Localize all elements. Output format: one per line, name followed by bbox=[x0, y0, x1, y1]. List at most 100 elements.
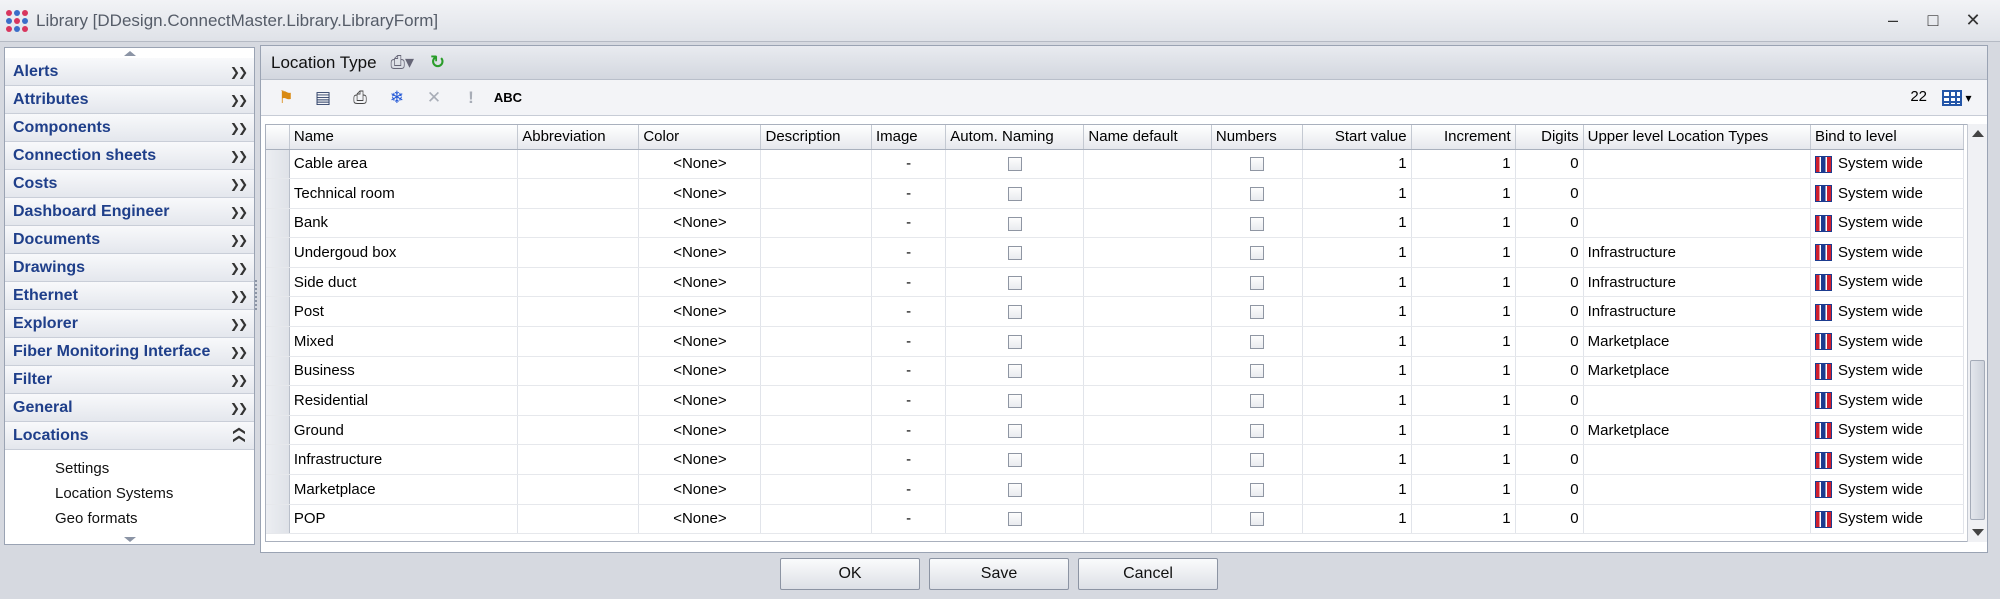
cell-name[interactable]: Infrastructure bbox=[289, 444, 519, 476]
sidebar-item-geo-formats[interactable]: Geo formats bbox=[5, 506, 254, 531]
row-indicator[interactable] bbox=[266, 208, 290, 239]
cell-start-value[interactable]: 1 bbox=[1302, 444, 1412, 476]
cell-autom-naming[interactable] bbox=[945, 326, 1085, 357]
cell-digits[interactable]: 0 bbox=[1515, 326, 1584, 357]
sidebar-group-costs[interactable]: Costs ❯❯ bbox=[5, 170, 254, 198]
autom-naming-checkbox[interactable] bbox=[1007, 364, 1022, 379]
cell-name[interactable]: Side duct bbox=[289, 267, 519, 298]
numbers-checkbox[interactable] bbox=[1250, 423, 1265, 438]
cell-bind-to-level[interactable]: System wide bbox=[1810, 474, 1965, 505]
cell-numbers[interactable] bbox=[1211, 149, 1304, 180]
scroll-down-grip[interactable] bbox=[5, 534, 254, 544]
cell-color[interactable]: <None> bbox=[638, 326, 762, 357]
cell-bind-to-level[interactable]: System wide bbox=[1810, 178, 1965, 209]
cell-abbreviation[interactable] bbox=[517, 237, 640, 268]
numbers-checkbox[interactable] bbox=[1250, 305, 1265, 320]
sidebar-item-settings[interactable]: Settings bbox=[5, 456, 254, 481]
cell-increment[interactable]: 1 bbox=[1411, 149, 1516, 180]
cell-digits[interactable]: 0 bbox=[1515, 149, 1584, 180]
cell-numbers[interactable] bbox=[1211, 415, 1304, 446]
sidebar-group-fiber-monitoring-interface[interactable]: Fiber Monitoring Interface ❯❯ bbox=[5, 338, 254, 366]
cell-autom-naming[interactable] bbox=[945, 474, 1085, 505]
cell-description[interactable] bbox=[760, 356, 872, 387]
cell-image[interactable]: - bbox=[871, 149, 947, 180]
cell-description[interactable] bbox=[760, 326, 872, 357]
cell-abbreviation[interactable] bbox=[517, 504, 640, 535]
cell-autom-naming[interactable] bbox=[945, 385, 1085, 416]
cell-description[interactable] bbox=[760, 208, 872, 239]
cell-name[interactable]: Residential bbox=[289, 385, 519, 416]
row-indicator[interactable] bbox=[266, 149, 290, 180]
cell-image[interactable]: - bbox=[871, 504, 947, 535]
row-indicator[interactable] bbox=[266, 326, 290, 357]
cell-numbers[interactable] bbox=[1211, 356, 1304, 387]
cell-description[interactable] bbox=[760, 504, 872, 535]
cell-name-default[interactable] bbox=[1083, 356, 1212, 387]
cell-name-default[interactable] bbox=[1083, 474, 1212, 505]
cell-upper-level[interactable]: Infrastructure bbox=[1583, 296, 1811, 328]
autom-naming-checkbox[interactable] bbox=[1007, 216, 1022, 231]
cell-digits[interactable]: 0 bbox=[1515, 267, 1584, 298]
table-row[interactable]: Technical room <None> -1 1 0 System wide bbox=[266, 178, 1965, 209]
cell-start-value[interactable]: 1 bbox=[1302, 296, 1412, 328]
cell-upper-level[interactable] bbox=[1583, 208, 1811, 239]
numbers-checkbox[interactable] bbox=[1250, 157, 1265, 172]
cell-abbreviation[interactable] bbox=[517, 356, 640, 387]
cell-abbreviation[interactable] bbox=[517, 444, 640, 476]
autom-naming-checkbox[interactable] bbox=[1007, 157, 1022, 172]
print-dropdown-icon[interactable]: ⎙▾ bbox=[391, 52, 414, 73]
cell-numbers[interactable] bbox=[1211, 444, 1304, 476]
numbers-checkbox[interactable] bbox=[1250, 275, 1265, 290]
table-row[interactable]: Marketplace <None> -1 1 0 System wide bbox=[266, 474, 1965, 505]
row-indicator[interactable] bbox=[266, 444, 290, 476]
scroll-up-icon[interactable] bbox=[1972, 130, 1984, 137]
cell-digits[interactable]: 0 bbox=[1515, 208, 1584, 239]
cell-description[interactable] bbox=[760, 149, 872, 180]
cell-increment[interactable]: 1 bbox=[1411, 208, 1516, 239]
cell-bind-to-level[interactable]: System wide bbox=[1810, 444, 1965, 476]
row-indicator[interactable] bbox=[266, 178, 290, 209]
cell-increment[interactable]: 1 bbox=[1411, 356, 1516, 387]
cell-image[interactable]: - bbox=[871, 208, 947, 239]
cell-start-value[interactable]: 1 bbox=[1302, 267, 1412, 298]
cell-numbers[interactable] bbox=[1211, 474, 1304, 505]
row-indicator[interactable] bbox=[266, 415, 290, 446]
cell-upper-level[interactable] bbox=[1583, 474, 1811, 505]
table-row[interactable]: Ground <None> -1 1 0 Marketplace System wide bbox=[266, 415, 1965, 446]
column-header[interactable]: Abbreviation bbox=[517, 125, 640, 150]
cell-digits[interactable]: 0 bbox=[1515, 356, 1584, 387]
cell-autom-naming[interactable] bbox=[945, 208, 1085, 239]
cell-name-default[interactable] bbox=[1083, 237, 1212, 268]
table-row[interactable]: Undergoud box <None> -1 1 0 Infrastructure Sys… bbox=[266, 237, 1965, 268]
cell-name-default[interactable] bbox=[1083, 415, 1212, 446]
cell-image[interactable]: - bbox=[871, 296, 947, 328]
cell-bind-to-level[interactable]: System wide bbox=[1810, 504, 1965, 535]
cell-description[interactable] bbox=[760, 237, 872, 268]
cell-digits[interactable]: 0 bbox=[1515, 444, 1584, 476]
column-header[interactable]: Autom. Naming bbox=[945, 125, 1085, 150]
column-header[interactable]: Bind to level bbox=[1810, 125, 1965, 150]
autom-naming-checkbox[interactable] bbox=[1007, 275, 1022, 290]
cell-image[interactable]: - bbox=[871, 356, 947, 387]
cell-image[interactable]: - bbox=[871, 415, 947, 446]
cell-autom-naming[interactable] bbox=[945, 149, 1085, 180]
cell-description[interactable] bbox=[760, 178, 872, 209]
cell-color[interactable]: <None> bbox=[638, 296, 762, 328]
cell-description[interactable] bbox=[760, 385, 872, 416]
autom-naming-checkbox[interactable] bbox=[1007, 482, 1022, 497]
table-row[interactable]: POP <None> -1 1 0 System wide bbox=[266, 504, 1965, 535]
cell-start-value[interactable]: 1 bbox=[1302, 504, 1412, 535]
column-header[interactable]: Description bbox=[760, 125, 872, 150]
cell-start-value[interactable]: 1 bbox=[1302, 474, 1412, 505]
cell-bind-to-level[interactable]: System wide bbox=[1810, 267, 1965, 298]
sidebar-group-dashboard-engineer[interactable]: Dashboard Engineer ❯❯ bbox=[5, 198, 254, 226]
cell-color[interactable]: <None> bbox=[638, 444, 762, 476]
cell-upper-level[interactable]: Infrastructure bbox=[1583, 267, 1811, 298]
column-header[interactable]: Name default bbox=[1083, 125, 1212, 150]
cell-name[interactable]: Bank bbox=[289, 208, 519, 239]
autom-naming-checkbox[interactable] bbox=[1007, 186, 1022, 201]
cell-start-value[interactable]: 1 bbox=[1302, 415, 1412, 446]
cell-numbers[interactable] bbox=[1211, 178, 1304, 209]
cell-increment[interactable]: 1 bbox=[1411, 444, 1516, 476]
cell-increment[interactable]: 1 bbox=[1411, 237, 1516, 268]
